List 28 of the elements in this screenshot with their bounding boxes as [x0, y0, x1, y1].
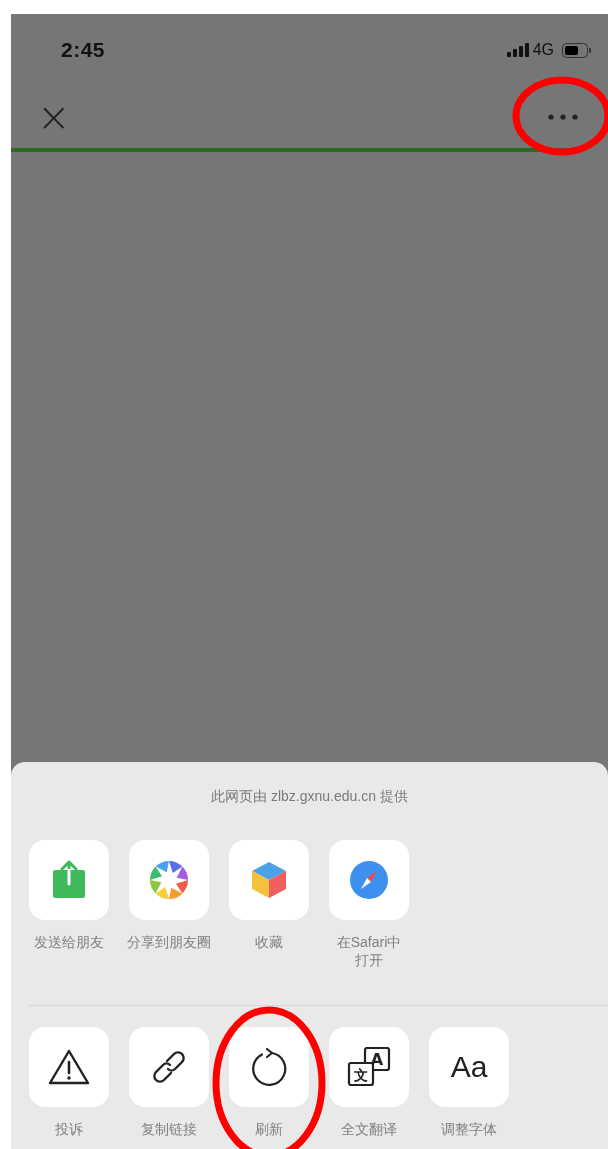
network-label: 4G	[532, 41, 554, 59]
action-button[interactable]	[29, 1027, 109, 1107]
action-button[interactable]: Aa	[429, 1027, 509, 1107]
action-label: 复制链接	[141, 1120, 197, 1138]
action-button[interactable]	[129, 1027, 209, 1107]
action-label: 收藏	[255, 933, 283, 951]
close-button[interactable]: ×	[37, 97, 71, 137]
action-button[interactable]	[229, 1027, 309, 1107]
action-label: 发送给朋友	[34, 933, 104, 951]
action-label: 全文翻译	[341, 1120, 397, 1138]
action-label: 分享到朋友圈	[127, 933, 211, 951]
warning-icon	[48, 1049, 90, 1085]
aperture-icon	[149, 860, 189, 900]
more-icon	[548, 114, 578, 120]
link-icon	[151, 1049, 187, 1085]
refresh-icon	[250, 1047, 288, 1087]
share-icon	[51, 860, 87, 900]
compass-icon	[349, 860, 389, 900]
cube-icon	[251, 861, 287, 899]
action-label: 调整字体	[441, 1120, 497, 1138]
action-label: 投诉	[55, 1120, 83, 1138]
source-caption: 此网页由 zlbz.gxnu.edu.cn 提供	[210, 787, 409, 806]
signal-icon	[506, 43, 529, 57]
action-label: 刷新	[255, 1120, 283, 1138]
clock-time: 2:45	[61, 38, 106, 62]
battery-icon	[562, 42, 592, 58]
font-size-icon: Aa	[450, 1050, 488, 1084]
action-label: 在Safari中打开	[335, 933, 403, 969]
